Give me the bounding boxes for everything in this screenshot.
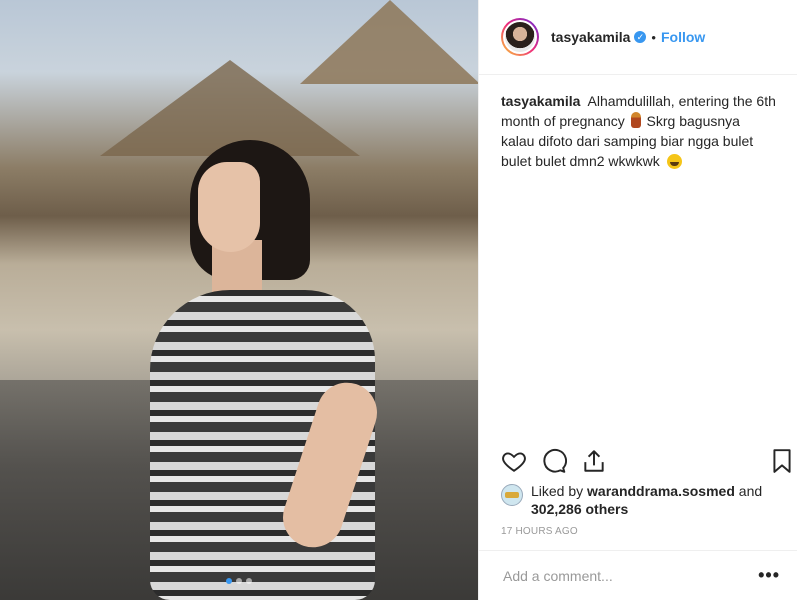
likes-prefix: Liked by — [531, 483, 584, 499]
instagram-post: tasyakamila ✓ • Follow tasyakamila Alham… — [0, 0, 797, 600]
liker-username[interactable]: waranddrama.sosmed — [587, 483, 735, 499]
verified-badge-icon: ✓ — [634, 31, 647, 43]
likes-conjunction: and — [738, 483, 763, 499]
more-options-icon[interactable]: ••• — [758, 565, 780, 586]
carousel-indicator — [226, 578, 252, 584]
likes-count[interactable]: 302,286 others — [531, 501, 628, 517]
heart-icon[interactable] — [501, 448, 527, 474]
comment-icon[interactable] — [541, 448, 567, 474]
post-side-panel: tasyakamila ✓ • Follow tasyakamila Alham… — [478, 0, 797, 600]
carousel-dot — [246, 578, 252, 584]
comment-bar: ••• — [479, 550, 797, 600]
photo-hut-roof — [300, 0, 478, 84]
header-separator: • — [651, 29, 656, 45]
caption-username[interactable]: tasyakamila — [501, 93, 580, 109]
pregnant-woman-emoji-icon — [630, 112, 641, 128]
share-icon[interactable] — [581, 448, 607, 474]
photo-person — [150, 140, 385, 600]
profile-avatar[interactable] — [501, 18, 539, 56]
carousel-dot — [236, 578, 242, 584]
post-photo[interactable] — [0, 0, 478, 600]
header-username[interactable]: tasyakamila — [551, 29, 630, 45]
liker-avatar[interactable] — [501, 484, 523, 506]
post-header: tasyakamila ✓ • Follow — [479, 0, 797, 75]
bookmark-icon[interactable] — [769, 448, 795, 474]
likes-text: Liked by waranddrama.sosmed and 302,286 … — [531, 482, 791, 518]
laughing-emoji-icon — [666, 154, 682, 169]
post-caption: tasyakamila Alhamdulillah, entering the … — [479, 75, 797, 435]
likes-summary: Liked by waranddrama.sosmed and 302,286 … — [501, 482, 791, 518]
comment-input[interactable] — [501, 566, 759, 585]
post-timestamp[interactable]: 17 HOURS AGO — [501, 526, 578, 537]
carousel-dot — [226, 578, 232, 584]
post-actions — [501, 448, 791, 476]
follow-button[interactable]: Follow — [661, 29, 705, 45]
